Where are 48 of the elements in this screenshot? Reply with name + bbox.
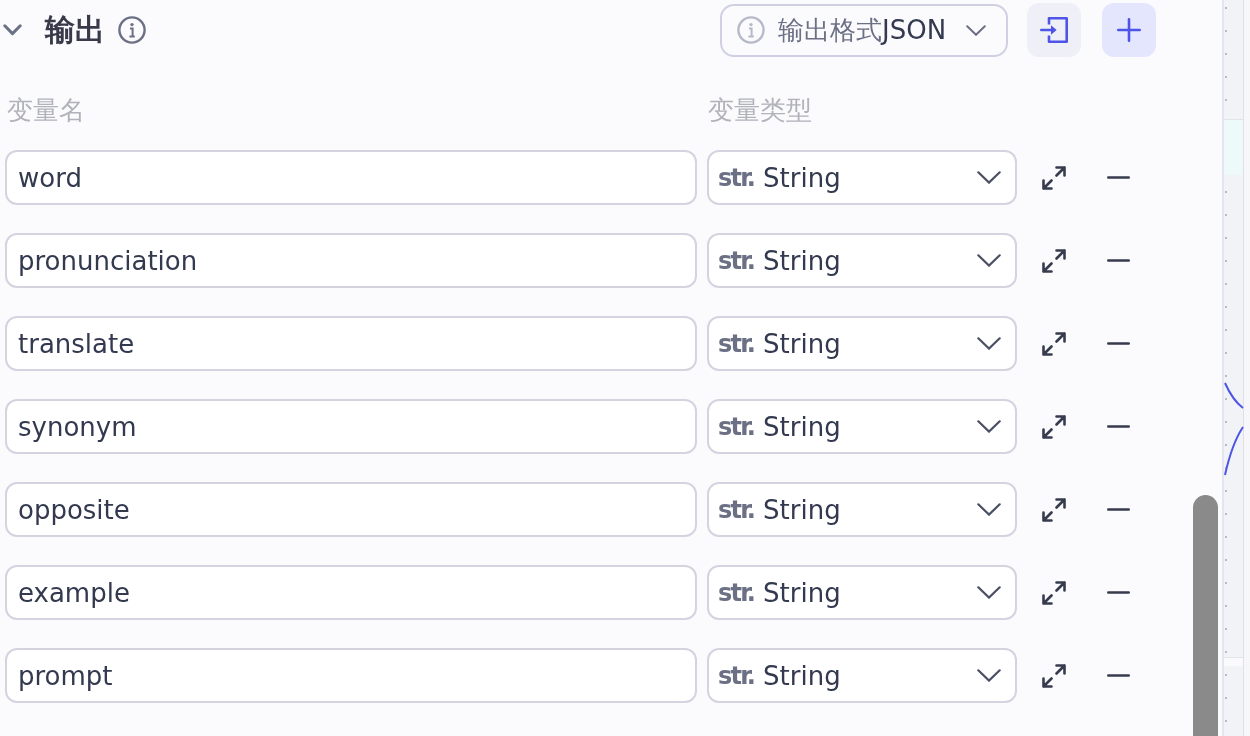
- minus-icon[interactable]: [1107, 176, 1130, 179]
- variable-name-input[interactable]: pronunciation: [5, 233, 697, 288]
- arrow-into-box-icon: [1040, 17, 1068, 43]
- scrollbar-thumb[interactable]: [1193, 495, 1218, 736]
- expand-arrows-icon[interactable]: [1042, 414, 1066, 439]
- minus-icon[interactable]: [1107, 674, 1130, 677]
- minus-icon[interactable]: [1107, 259, 1130, 262]
- variable-name-input[interactable]: example: [5, 565, 697, 620]
- minus-icon[interactable]: [1107, 591, 1130, 594]
- variable-name-input[interactable]: word: [5, 150, 697, 205]
- variable-type-select[interactable]: str. String: [707, 316, 1017, 371]
- variable-name-input[interactable]: opposite: [5, 482, 697, 537]
- expand-arrows-icon[interactable]: [1042, 165, 1066, 190]
- variable-name-input[interactable]: translate: [5, 316, 697, 371]
- variable-type-select[interactable]: str. String: [707, 399, 1017, 454]
- variable-type-select[interactable]: str. String: [707, 648, 1017, 703]
- chevron-down-icon: [977, 669, 1001, 682]
- expand-arrows-icon[interactable]: [1042, 580, 1066, 605]
- section-title: 输出: [45, 11, 105, 49]
- minus-icon[interactable]: [1107, 508, 1130, 511]
- variable-type-select[interactable]: str. String: [707, 150, 1017, 205]
- chevron-down-icon: [977, 420, 1001, 433]
- chevron-down-icon[interactable]: [3, 24, 22, 36]
- chevron-down-icon: [977, 503, 1001, 516]
- expand-arrows-icon[interactable]: [1042, 248, 1066, 273]
- output-format-select[interactable]: 输出格式JSON: [720, 3, 1008, 57]
- chevron-down-icon: [966, 24, 986, 36]
- chevron-down-icon: [977, 337, 1001, 350]
- minus-icon[interactable]: [1107, 425, 1130, 428]
- variable-type-select[interactable]: str. String: [707, 233, 1017, 288]
- chevron-down-icon: [977, 171, 1001, 184]
- expand-arrows-icon[interactable]: [1042, 663, 1066, 688]
- info-icon: [737, 16, 765, 44]
- expand-arrows-icon[interactable]: [1042, 331, 1066, 356]
- chevron-down-icon: [977, 254, 1001, 267]
- chevron-down-icon: [977, 586, 1001, 599]
- variable-name-input[interactable]: prompt: [5, 648, 697, 703]
- minus-icon[interactable]: [1107, 342, 1130, 345]
- column-header: 变量名: [7, 94, 85, 127]
- expand-arrows-icon[interactable]: [1042, 497, 1066, 522]
- info-icon[interactable]: [118, 16, 146, 44]
- variable-type-select[interactable]: str. String: [707, 482, 1017, 537]
- column-header: 变量类型: [708, 94, 812, 127]
- import-button[interactable]: [1027, 3, 1081, 57]
- plus-icon: [1117, 18, 1141, 42]
- variable-name-input[interactable]: synonym: [5, 399, 697, 454]
- variable-type-select[interactable]: str. String: [707, 565, 1017, 620]
- add-button[interactable]: [1102, 3, 1156, 57]
